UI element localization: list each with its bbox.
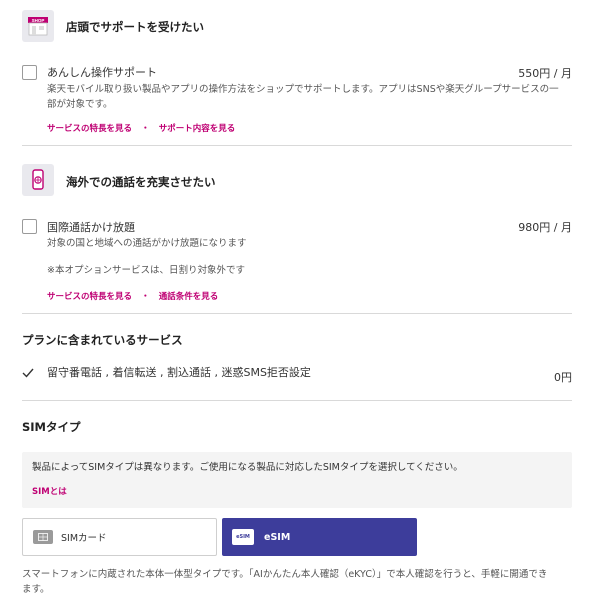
included-services-price: 0円 [554, 371, 572, 384]
sim-info-text: 製品によってSIMタイプは異なります。ご使用になる製品に対応したSIMタイプを選… [32, 462, 463, 473]
sim-type-title: SIMタイプ [22, 420, 81, 434]
sim-card-icon [33, 530, 53, 544]
overseas-links: サービスの特長を見る ・ 通話条件を見る [47, 284, 218, 303]
esim-description-line2: ます。 [22, 584, 50, 595]
sim-card-label: SIMカード [61, 533, 107, 544]
support-links: サービスの特長を見る ・ サポート内容を見る [47, 116, 235, 135]
support-option-name: あんしん操作サポート [47, 66, 157, 79]
overseas-features-link[interactable]: サービスの特長を見る [47, 292, 132, 302]
divider [22, 313, 572, 314]
included-services-title: プランに含まれているサービス [22, 333, 183, 347]
sim-about-link[interactable]: SIMとは [32, 485, 67, 497]
esim-icon: eSIM [232, 529, 254, 545]
overseas-option-checkbox[interactable] [22, 219, 37, 234]
overseas-option-name: 国際通話かけ放題 [47, 221, 135, 234]
support-features-link[interactable]: サービスの特長を見る [47, 124, 132, 134]
esim-label: eSIM [264, 531, 291, 543]
esim-option[interactable]: eSIM eSIM [222, 518, 417, 556]
support-option-desc-line1: 楽天モバイル取り扱い製品やアプリの操作方法をショップでサポートします。アプリはS… [47, 84, 559, 95]
support-option-price: 550円 / 月 [518, 67, 572, 80]
overseas-section-title: 海外での通話を充実させたい [66, 175, 216, 189]
overseas-conditions-link[interactable]: 通話条件を見る [159, 292, 219, 302]
sim-info-box: 製品によってSIMタイプは異なります。ご使用になる製品に対応したSIMタイプを選… [22, 452, 572, 508]
support-option-desc-line2: 部が対象です。 [47, 99, 113, 110]
included-services-list: 留守番電話 , 着信転送 , 割込通話 , 迷惑SMS拒否設定 [47, 366, 311, 379]
link-separator: ・ [141, 124, 150, 134]
sim-card-option[interactable]: SIMカード [22, 518, 217, 556]
support-content-link[interactable]: サポート内容を見る [159, 124, 236, 134]
overseas-option-price: 980円 / 月 [518, 221, 572, 234]
esim-description-line1: スマートフォンに内蔵された本体一体型タイプです。「AIかんたん本人確認（eKYC… [22, 569, 548, 580]
checkmark-icon [22, 363, 34, 382]
shop-icon: SHOP [22, 10, 54, 42]
support-option-checkbox[interactable] [22, 65, 37, 80]
overseas-option-desc: 対象の国と地域への通話がかけ放題になります [47, 238, 247, 249]
support-section-title: 店頭でサポートを受けたい [66, 20, 204, 34]
overseas-option-note: ※本オプションサービスは、日割り対象外です [47, 265, 245, 276]
divider [22, 400, 572, 401]
divider [22, 145, 572, 146]
svg-text:SHOP: SHOP [32, 18, 45, 23]
phone-globe-icon [22, 164, 54, 196]
link-separator: ・ [141, 292, 150, 302]
